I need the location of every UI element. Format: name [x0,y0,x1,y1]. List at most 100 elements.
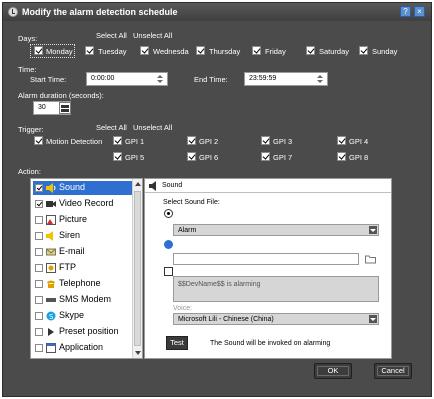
motion-detection-checkbox[interactable] [34,136,43,145]
gpi-2-checkbox[interactable] [187,136,196,145]
action-item-telephone[interactable]: Telephone [33,277,133,291]
gpi-7-checkbox[interactable] [261,152,270,161]
gpi-6-label[interactable]: GPI 6 [199,153,218,162]
cancel-button[interactable]: Cancel [374,363,412,379]
application-checkbox[interactable] [35,344,43,352]
ftp-checkbox[interactable] [35,264,43,272]
voice-select[interactable]: Microsoft Lili - Chinese (China) [173,313,379,325]
sms-modem-checkbox[interactable] [35,296,43,304]
motion-detection-label[interactable]: Motion Detection [46,137,102,146]
thursday-label[interactable]: Thursday [209,47,240,56]
voice-label: Voice: [173,305,193,312]
start-time-spinner[interactable] [155,73,165,85]
help-icon[interactable]: ? [400,6,411,17]
siren-checkbox[interactable] [35,232,43,240]
sound-file-select[interactable]: Alarm [173,224,379,236]
sound-file-radio[interactable] [164,209,173,218]
action-item-video-record[interactable]: Video Record [33,197,133,211]
days-unselect-all-link[interactable]: Unselect All [133,31,172,40]
gpi-8-label[interactable]: GPI 8 [349,153,368,162]
action-label: Action: [18,167,41,176]
action-list-scrollbar[interactable] [132,179,142,358]
skype-checkbox[interactable] [35,312,43,320]
dialog-title: Modify the alarm detection schedule [22,7,178,17]
gpi-5-checkbox[interactable] [113,152,122,161]
gpi-1-checkbox[interactable] [113,136,122,145]
monday-label[interactable]: Monday [46,47,73,56]
video-record-checkbox[interactable] [35,200,43,208]
camcorder-icon [46,199,56,209]
speaker-icon [149,181,159,193]
action-item-sms-modem[interactable]: SMS Modem [33,293,133,307]
action-item-sound[interactable]: Sound [33,181,133,195]
tuesday-label[interactable]: Tuesday [98,47,127,56]
gpi-2-label[interactable]: GPI 2 [199,137,218,146]
gpi-3-label[interactable]: GPI 3 [273,137,292,146]
end-time-value: 23:59:59 [249,75,277,82]
close-icon[interactable]: × [414,6,425,17]
scroll-thumb[interactable] [134,191,141,346]
picture-checkbox[interactable] [35,216,43,224]
days-select-all-link[interactable]: Select All [96,31,127,40]
chevron-down-icon[interactable] [369,315,377,323]
text-to-speech-checkbox[interactable] [164,267,173,276]
wednesday-checkbox[interactable] [140,46,149,55]
saturday-label[interactable]: Saturday [319,47,349,56]
thursday-checkbox[interactable] [196,46,205,55]
end-time-spinner[interactable] [315,73,325,85]
friday-label[interactable]: Friday [265,47,286,56]
gpi-6-checkbox[interactable] [187,152,196,161]
trigger-unselect-all-link[interactable]: Unselect All [133,123,172,132]
monday-checkbox[interactable] [34,46,43,55]
gpi-8-checkbox[interactable] [337,152,346,161]
days-label: Days: [18,34,38,43]
custom-file-radio[interactable] [164,240,173,249]
preset-position-label: Preset position [59,326,119,336]
gpi-3-checkbox[interactable] [261,136,270,145]
sunday-label[interactable]: Sunday [372,47,397,56]
speech-text-area[interactable]: $$DevName$$ is alarming [173,276,379,302]
folder-icon[interactable] [365,254,376,266]
email-checkbox[interactable] [35,248,43,256]
scroll-up-icon[interactable] [135,182,141,186]
shield-icon [8,7,18,17]
ok-button[interactable]: OK [314,363,352,379]
email-label: E-mail [59,246,85,256]
test-button[interactable]: Test [166,336,188,350]
sunday-checkbox[interactable] [359,46,368,55]
saturday-checkbox[interactable] [306,46,315,55]
application-icon [46,343,56,353]
action-list[interactable]: Sound Video Record Picture Siren E-mail … [30,178,143,359]
skype-icon: S [46,311,56,321]
action-item-application[interactable]: Application [33,341,133,357]
title-bar[interactable]: Modify the alarm detection schedule ? × [3,3,431,21]
gpi-5-label[interactable]: GPI 5 [125,153,144,162]
chevron-down-icon[interactable] [369,226,377,234]
alarm-duration-spinner[interactable] [59,102,71,114]
gpi-4-label[interactable]: GPI 4 [349,137,368,146]
picture-label: Picture [59,214,88,224]
gpi-7-label[interactable]: GPI 7 [273,153,292,162]
scroll-down-icon[interactable] [135,351,141,355]
action-item-ftp[interactable]: FTP [33,261,133,275]
gpi-1-label[interactable]: GPI 1 [125,137,144,146]
action-item-email[interactable]: E-mail [33,245,133,259]
video-record-label: Video Record [59,198,114,208]
application-label: Application [59,342,104,352]
start-time-input[interactable]: 0:00:00 [86,72,168,86]
sound-checkbox[interactable] [35,184,43,192]
friday-checkbox[interactable] [252,46,261,55]
wednesday-label[interactable]: Wednesda [153,47,191,56]
action-item-picture[interactable]: Picture [33,213,133,227]
custom-file-input[interactable] [173,253,359,265]
end-time-label: End Time: [194,75,228,84]
end-time-input[interactable]: 23:59:59 [244,72,328,86]
tuesday-checkbox[interactable] [85,46,94,55]
action-item-preset-position[interactable]: Preset position [33,325,133,339]
telephone-checkbox[interactable] [35,280,43,288]
preset-position-checkbox[interactable] [35,328,43,336]
action-item-siren[interactable]: Siren [33,229,133,243]
action-item-skype[interactable]: S Skype [33,309,133,323]
gpi-4-checkbox[interactable] [337,136,346,145]
trigger-select-all-link[interactable]: Select All [96,123,127,132]
